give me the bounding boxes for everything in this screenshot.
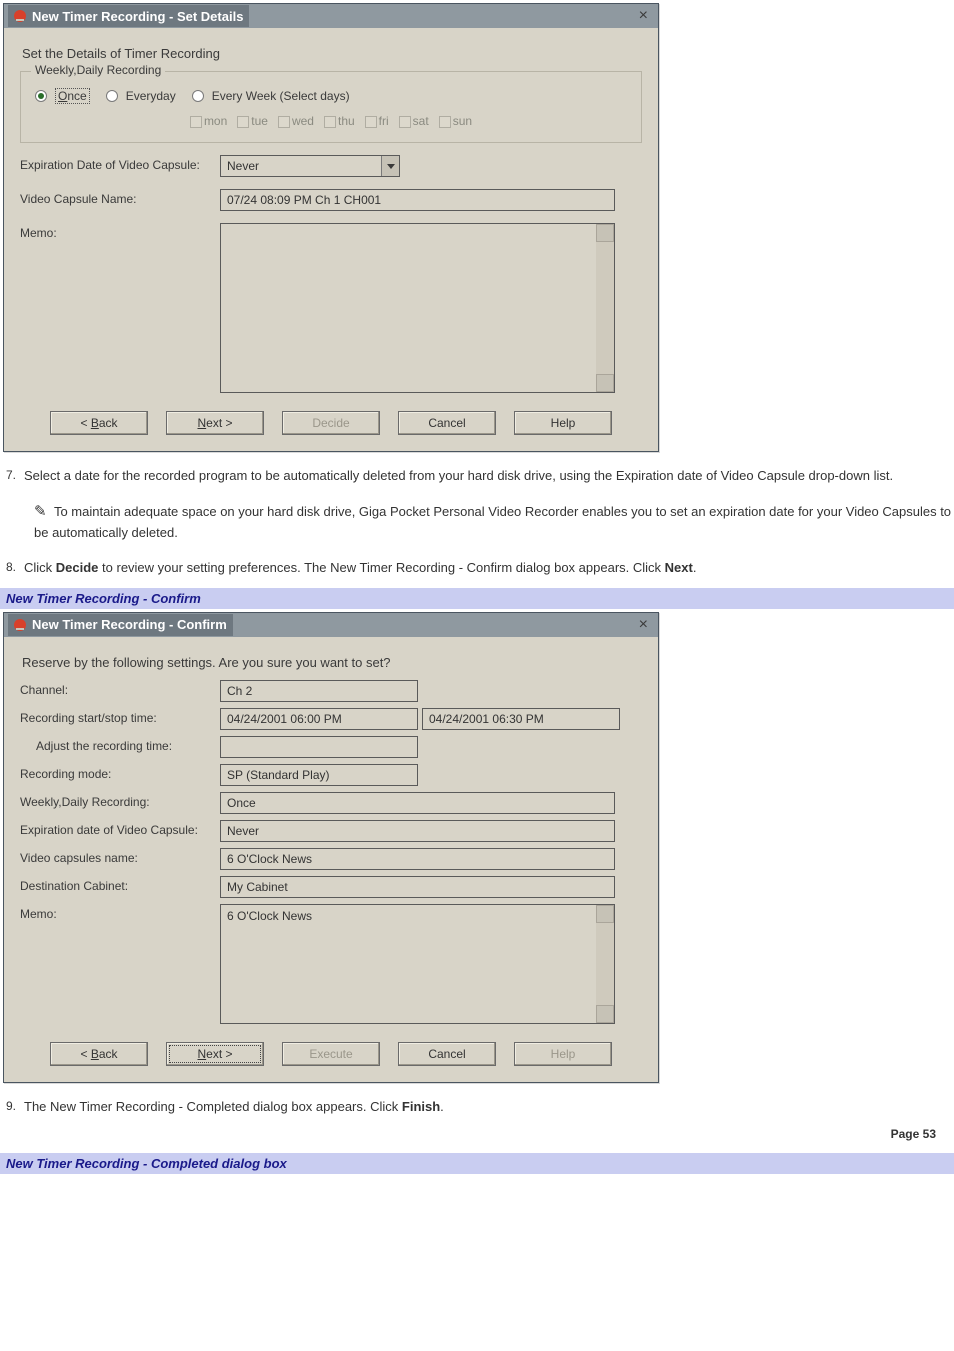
app-icon — [12, 617, 28, 633]
step-7: 7. Select a date for the recorded progra… — [0, 466, 954, 486]
expiration-value: Never — [220, 820, 615, 842]
instruction-text: Reserve by the following settings. Are y… — [22, 655, 640, 670]
capsule-name-label: Video Capsule Name: — [20, 189, 220, 206]
dialog-title: New Timer Recording - Set Details — [32, 9, 243, 24]
cb-wed: wed — [278, 114, 314, 128]
adjust-value — [220, 736, 418, 758]
radio-every-week-label[interactable]: Every Week (Select days) — [212, 89, 350, 103]
capsules-name-value: 6 O'Clock News — [220, 848, 615, 870]
channel-value: Ch 2 — [220, 680, 418, 702]
next-button[interactable]: Next > — [166, 411, 264, 435]
step-9-number: 9. — [0, 1097, 24, 1117]
cb-thu: thu — [324, 114, 355, 128]
startstop-label: Recording start/stop time: — [20, 708, 220, 725]
radio-once[interactable] — [35, 90, 47, 102]
step-8-number: 8. — [0, 558, 24, 578]
recurrence-value: Once — [220, 792, 615, 814]
decide-button: Decide — [282, 411, 380, 435]
recurrence-fieldset: Weekly,Daily Recording Once Everyday Eve… — [20, 71, 642, 143]
radio-everyday[interactable] — [106, 90, 118, 102]
execute-button: Execute — [282, 1042, 380, 1066]
cancel-button[interactable]: Cancel — [398, 1042, 496, 1066]
dialog-title: New Timer Recording - Confirm — [32, 617, 227, 632]
memo-text — [221, 224, 596, 392]
start-time-value: 04/24/2001 06:00 PM — [220, 708, 418, 730]
cancel-button[interactable]: Cancel — [398, 411, 496, 435]
stop-time-value: 04/24/2001 06:30 PM — [422, 708, 620, 730]
radio-once-label[interactable]: Once — [55, 88, 90, 104]
title-content: New Timer Recording - Confirm — [8, 614, 233, 636]
step-9-text: The New Timer Recording - Completed dial… — [24, 1097, 954, 1117]
button-row: < Back Next > Decide Cancel Help — [20, 411, 642, 435]
cb-sat: sat — [399, 114, 429, 128]
heading-confirm: New Timer Recording - Confirm — [0, 588, 954, 609]
mode-value: SP (Standard Play) — [220, 764, 418, 786]
fieldset-legend: Weekly,Daily Recording — [31, 63, 165, 77]
step-7-number: 7. — [0, 466, 24, 486]
chevron-down-icon[interactable] — [381, 156, 399, 176]
scroll-up-icon[interactable] — [596, 224, 614, 242]
step-7-text: Select a date for the recorded program t… — [24, 466, 954, 486]
next-button[interactable]: Next > — [166, 1042, 264, 1066]
day-checkbox-row: mon tue wed thu fri sat sun — [35, 114, 627, 128]
memo-label: Memo: — [20, 904, 220, 921]
cb-tue: tue — [237, 114, 268, 128]
titlebar: New Timer Recording - Confirm × — [4, 613, 658, 637]
help-button: Help — [514, 1042, 612, 1066]
scroll-up-icon[interactable] — [596, 905, 614, 923]
expiration-label: Expiration date of Video Capsule: — [20, 820, 220, 837]
memo-readonly: 6 O'Clock News — [220, 904, 615, 1024]
close-icon[interactable]: × — [633, 7, 654, 25]
cb-fri: fri — [365, 114, 389, 128]
back-button[interactable]: < Back — [50, 1042, 148, 1066]
expiration-select[interactable]: Never — [220, 155, 400, 177]
scroll-down-icon[interactable] — [596, 1005, 614, 1023]
close-icon[interactable]: × — [633, 616, 654, 634]
radio-every-week[interactable] — [192, 90, 204, 102]
step-9: 9. The New Timer Recording - Completed d… — [0, 1097, 954, 1117]
note-text: To maintain adequate space on your hard … — [34, 504, 951, 540]
step-8-text: Click Decide to review your setting pref… — [24, 558, 954, 578]
capsule-name-value: 07/24 08:09 PM Ch 1 CH001 — [227, 193, 381, 207]
adjust-label: Adjust the recording time: — [20, 736, 220, 753]
page-number: Page 53 — [0, 1117, 954, 1143]
memo-scrollbar[interactable] — [596, 905, 614, 1023]
capsules-name-label: Video capsules name: — [20, 848, 220, 865]
scroll-down-icon[interactable] — [596, 374, 614, 392]
note: ✎ To maintain adequate space on your har… — [34, 500, 954, 543]
set-details-dialog: New Timer Recording - Set Details × Set … — [3, 3, 659, 452]
expiration-value: Never — [221, 159, 381, 173]
memo-label: Memo: — [20, 223, 220, 240]
cb-sun: sun — [439, 114, 472, 128]
expiration-label: Expiration Date of Video Capsule: — [20, 155, 220, 172]
recurrence-radio-row: Once Everyday Every Week (Select days) — [35, 88, 627, 104]
title-content: New Timer Recording - Set Details — [8, 5, 249, 27]
recurrence-label: Weekly,Daily Recording: — [20, 792, 220, 809]
instruction-text: Set the Details of Timer Recording — [22, 46, 640, 61]
destination-value: My Cabinet — [220, 876, 615, 898]
capsule-name-input[interactable]: 07/24 08:09 PM Ch 1 CH001 — [220, 189, 615, 211]
heading-completed: New Timer Recording - Completed dialog b… — [0, 1153, 954, 1174]
radio-everyday-label[interactable]: Everyday — [126, 89, 176, 103]
destination-label: Destination Cabinet: — [20, 876, 220, 893]
mode-label: Recording mode: — [20, 764, 220, 781]
back-button[interactable]: < Back — [50, 411, 148, 435]
button-row: < Back Next > Execute Cancel Help — [20, 1042, 642, 1066]
channel-label: Channel: — [20, 680, 220, 697]
memo-scrollbar[interactable] — [596, 224, 614, 392]
cb-mon: mon — [190, 114, 227, 128]
confirm-dialog: New Timer Recording - Confirm × Reserve … — [3, 612, 659, 1083]
step-8: 8. Click Decide to review your setting p… — [0, 558, 954, 578]
help-button[interactable]: Help — [514, 411, 612, 435]
memo-textarea[interactable] — [220, 223, 615, 393]
pencil-icon: ✎ — [34, 503, 47, 520]
titlebar: New Timer Recording - Set Details × — [4, 4, 658, 28]
memo-value: 6 O'Clock News — [221, 905, 596, 1023]
app-icon — [12, 8, 28, 24]
